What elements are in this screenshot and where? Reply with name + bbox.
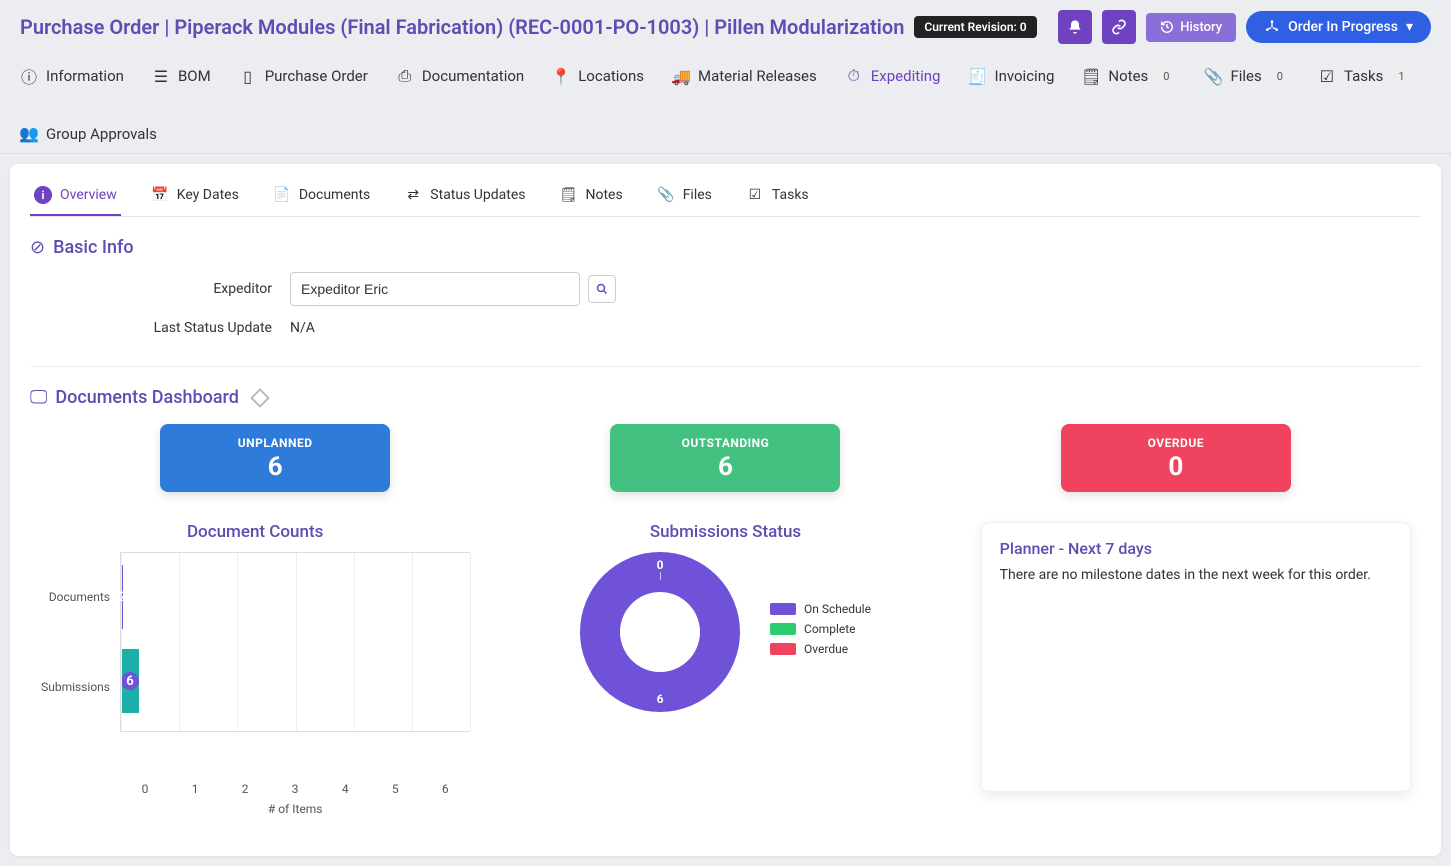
order-status-button[interactable]: Order In Progress ▾ (1246, 11, 1431, 43)
xtick: 4 (320, 782, 370, 796)
xtick: 3 (270, 782, 320, 796)
section-basic-info: ⊘ Basic Info (30, 237, 1421, 258)
xtick: 0 (120, 782, 170, 796)
tab-expediting[interactable]: ⏱ Expediting (845, 62, 941, 90)
history-label: History (1180, 20, 1222, 35)
subtab-status-updates[interactable]: ⇄ Status Updates (400, 180, 529, 216)
paperclip-icon: 📎 (1204, 67, 1222, 86)
chart-submissions-status: Submissions Status 0 6 On Schedule Compl… (510, 522, 940, 712)
files-count: 0 (1270, 69, 1290, 84)
subtab-tasks[interactable]: ☑ Tasks (742, 180, 813, 216)
expeditor-input[interactable] (290, 272, 580, 306)
bell-icon[interactable] (1058, 10, 1092, 44)
tab-files[interactable]: 📎 Files 0 (1204, 63, 1289, 90)
list-icon: ☰ (152, 67, 170, 86)
diamond-icon (250, 388, 270, 408)
receipt-icon: 🧾 (968, 67, 986, 86)
link-icon[interactable] (1102, 10, 1136, 44)
order-status-label: Order In Progress (1288, 19, 1398, 35)
bar-xlabel: # of Items (120, 802, 470, 816)
chart-document-counts: Document Counts Documents Submissions 2 … (40, 522, 470, 816)
molecule-icon (1264, 19, 1280, 35)
note-icon: 🗒 (1082, 67, 1100, 86)
tab-group-approvals[interactable]: 👥 Group Approvals (20, 120, 157, 147)
checklist-icon: ☑ (746, 186, 764, 204)
revision-badge: Current Revision: 0 (914, 16, 1036, 38)
note-icon: 🗒 (559, 186, 577, 204)
label-expeditor: Expeditor (30, 281, 290, 297)
main-tabs: ⓘ Information ☰ BOM ▯ Purchase Order ⎙ D… (0, 54, 1451, 154)
planner-title: Planner - Next 7 days (1000, 539, 1392, 558)
xtick: 1 (170, 782, 220, 796)
alert-circle-icon: ⊘ (30, 237, 45, 258)
chevron-down-icon: ▾ (1406, 19, 1413, 35)
box-icon: ⎙ (396, 66, 414, 86)
tab-material-releases[interactable]: 🚚 Material Releases (672, 63, 817, 90)
subtab-documents[interactable]: 📄 Documents (269, 180, 374, 216)
value-last-status: N/A (290, 320, 315, 336)
tab-locations[interactable]: 📍 Locations (552, 63, 644, 90)
bar-axis-label: Submissions (41, 680, 110, 694)
history-button[interactable]: History (1146, 13, 1236, 42)
page-title: Purchase Order | Piperack Modules (Final… (20, 15, 904, 39)
tab-purchase-order[interactable]: ▯ Purchase Order (239, 63, 368, 90)
monitor-icon: 🖵 (30, 387, 47, 408)
truck-icon: 🚚 (672, 67, 690, 86)
planner-card: Planner - Next 7 days There are no miles… (981, 522, 1411, 792)
xtick: 6 (420, 782, 470, 796)
kpi-overdue[interactable]: OVERDUE 0 (1061, 424, 1291, 492)
kpi-outstanding[interactable]: OUTSTANDING 6 (610, 424, 840, 492)
book-icon: ▯ (239, 67, 257, 86)
calendar-icon: 📅 (151, 186, 169, 204)
planner-body: There are no milestone dates in the next… (1000, 566, 1392, 586)
tab-information[interactable]: ⓘ Information (20, 60, 124, 92)
checklist-icon: ☑ (1318, 67, 1336, 86)
search-icon (596, 283, 608, 295)
subtab-notes[interactable]: 🗒 Notes (555, 180, 626, 216)
section-documents-dashboard: 🖵 Documents Dashboard (30, 387, 1421, 408)
document-icon: 📄 (273, 186, 291, 204)
subtab-files[interactable]: 📎 Files (653, 180, 716, 216)
swap-icon: ⇄ (404, 186, 422, 204)
donut-chart: 0 6 (580, 552, 740, 712)
tab-documentation[interactable]: ⎙ Documentation (396, 62, 524, 90)
paperclip-icon: 📎 (657, 186, 675, 204)
donut-legend: On Schedule Complete Overdue (770, 602, 871, 662)
clock-fast-icon: ⏱ (845, 66, 863, 86)
sub-tabs: i Overview 📅 Key Dates 📄 Documents ⇄ Sta… (30, 174, 1421, 217)
label-last-status: Last Status Update (30, 320, 290, 336)
tab-invoicing[interactable]: 🧾 Invoicing (968, 63, 1054, 90)
tab-notes[interactable]: 🗒 Notes 0 (1082, 63, 1176, 90)
notes-count: 0 (1156, 69, 1176, 84)
subtab-overview[interactable]: i Overview (30, 180, 121, 216)
info-icon: i (34, 186, 52, 204)
xtick: 2 (220, 782, 270, 796)
info-icon: ⓘ (20, 64, 38, 88)
xtick: 5 (370, 782, 420, 796)
tab-bom[interactable]: ☰ BOM (152, 63, 211, 90)
pin-icon: 📍 (552, 67, 570, 86)
kpi-unplanned[interactable]: UNPLANNED 6 (160, 424, 390, 492)
expeditor-lookup-button[interactable] (588, 275, 616, 303)
tab-tasks[interactable]: ☑ Tasks 1 (1318, 63, 1412, 90)
subtab-key-dates[interactable]: 📅 Key Dates (147, 180, 243, 216)
group-icon: 👥 (20, 124, 38, 143)
bar-axis-label: Documents (49, 590, 110, 604)
tasks-count: 1 (1391, 69, 1411, 84)
